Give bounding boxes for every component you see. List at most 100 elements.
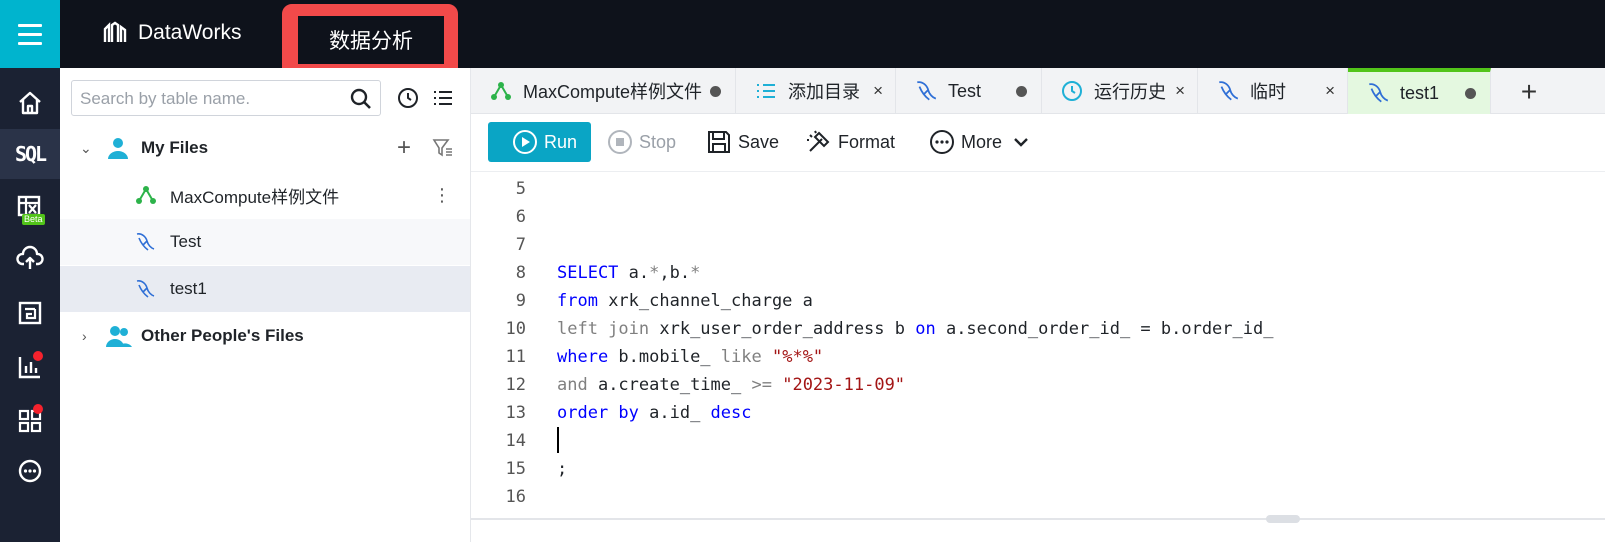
- stop-button[interactable]: Stop: [607, 122, 676, 162]
- tab-label: MaxCompute样例文件: [523, 82, 703, 102]
- tab-temp[interactable]: 临时 ×: [1198, 68, 1348, 114]
- code-text: and a.create_time_ >= "2023-11-09": [557, 371, 905, 399]
- file-name: MaxCompute样例文件: [170, 187, 340, 207]
- line-number: 16: [505, 487, 526, 507]
- code-line: 13 order by a.id_ desc: [471, 399, 1605, 427]
- code-line: 8 SELECT a.*,b.*: [471, 259, 1605, 287]
- code-text: SELECT a.*,b.*: [557, 259, 700, 287]
- tab-label: 临时: [1250, 82, 1286, 102]
- tab-add-directory[interactable]: 添加目录 ×: [736, 68, 896, 114]
- chevron-right-icon[interactable]: ›: [82, 328, 87, 344]
- string-literal: "%*%": [771, 347, 824, 367]
- beta-badge: Beta: [22, 214, 45, 225]
- tree-file-test[interactable]: Test: [60, 219, 470, 265]
- tree-other-files[interactable]: › Other People's Files: [60, 313, 470, 359]
- users-icon: [106, 326, 132, 347]
- line-number: 15: [505, 459, 526, 479]
- sql-editor[interactable]: 5 6 7 8 SELECT a.*,b.* 9 from xrk_channe…: [471, 172, 1605, 542]
- format-icon: [807, 130, 830, 152]
- rail-spreadsheet[interactable]: Beta: [0, 182, 60, 232]
- chevron-down-icon[interactable]: ⌄: [80, 140, 92, 157]
- line-number: 7: [515, 235, 526, 255]
- add-file-icon[interactable]: +: [397, 134, 411, 162]
- notification-dot: [33, 404, 43, 414]
- more-options-icon[interactable]: ⋮: [433, 185, 451, 206]
- tab-maxcompute[interactable]: MaxCompute样例文件: [471, 68, 736, 114]
- code-line: 5: [471, 175, 1605, 203]
- line-number: 5: [515, 179, 526, 199]
- unsaved-dot[interactable]: [710, 85, 721, 97]
- horizontal-divider: [471, 518, 1605, 520]
- code-text: where b.mobile_ like "%*%": [557, 343, 823, 371]
- add-tab-button[interactable]: +: [1494, 70, 1564, 114]
- clock-icon: [1062, 81, 1082, 101]
- close-icon[interactable]: ×: [1325, 81, 1335, 101]
- code-text: from xrk_channel_charge a: [557, 287, 813, 315]
- rail-more[interactable]: [0, 446, 60, 496]
- line-number: 12: [505, 375, 526, 395]
- code-line: 15 ;: [471, 455, 1605, 483]
- cloud-upload-icon: [16, 245, 44, 269]
- keyword: and: [557, 375, 588, 395]
- rail-apps[interactable]: [0, 396, 60, 446]
- rail-chart[interactable]: [0, 342, 60, 392]
- file-name: test1: [170, 279, 207, 298]
- tree-file-maxcompute[interactable]: MaxCompute样例文件 ⋮: [60, 172, 470, 218]
- unsaved-dot[interactable]: [1465, 87, 1476, 99]
- line-number: 6: [515, 207, 526, 227]
- more-button[interactable]: More: [929, 122, 1036, 162]
- rail-home[interactable]: [0, 78, 60, 128]
- operator: >=: [751, 375, 772, 395]
- code-line: 12 and a.create_time_ >= "2023-11-09": [471, 371, 1605, 399]
- home-icon: [19, 91, 41, 115]
- brand[interactable]: DataWorks: [102, 20, 241, 46]
- code-line: 16: [471, 483, 1605, 511]
- sql-icon: SQL: [14, 142, 47, 166]
- line-number: 11: [505, 347, 526, 367]
- more-label: More: [961, 131, 1003, 152]
- line-number: 9: [515, 291, 526, 311]
- code-token: xrk_user_order_address b: [649, 319, 916, 339]
- my-files-label: My Files: [141, 138, 209, 157]
- code-token: a.: [618, 263, 650, 283]
- sql-file-icon: [1369, 83, 1389, 103]
- active-module-tab[interactable]: 数据分析: [298, 16, 444, 64]
- dataworks-logo-icon: [103, 21, 127, 42]
- search-icon[interactable]: [350, 88, 372, 110]
- notification-dot: [33, 351, 43, 361]
- history-clock-icon[interactable]: [396, 86, 420, 110]
- close-icon[interactable]: ×: [1175, 81, 1185, 101]
- tab-test1[interactable]: test1: [1348, 68, 1491, 114]
- code-line: 14: [471, 427, 1605, 455]
- hamburger-icon: [18, 21, 42, 48]
- code-token: b.mobile_: [608, 347, 721, 367]
- search-input[interactable]: [80, 87, 340, 111]
- filter-icon[interactable]: [432, 137, 454, 159]
- tree-file-test1[interactable]: test1: [60, 266, 470, 312]
- rail-report[interactable]: [0, 288, 60, 338]
- rail-sql[interactable]: SQL: [0, 129, 60, 179]
- list-icon: [757, 84, 775, 98]
- menu-button[interactable]: [0, 0, 60, 68]
- workflow-icon: [136, 186, 156, 204]
- stop-icon: [608, 130, 632, 154]
- workflow-icon: [491, 82, 511, 100]
- save-button[interactable]: Save: [706, 122, 779, 162]
- rail-upload[interactable]: [0, 234, 60, 284]
- tab-test[interactable]: Test: [896, 68, 1042, 114]
- code-line: 11 where b.mobile_ like "%*%": [471, 343, 1605, 371]
- line-number: 13: [505, 403, 526, 423]
- tree-my-files[interactable]: ⌄ My Files +: [60, 125, 470, 171]
- unsaved-dot[interactable]: [1016, 85, 1027, 97]
- format-button[interactable]: Format: [806, 122, 895, 162]
- report-icon: [18, 301, 42, 325]
- operator: *: [690, 263, 701, 283]
- code-line: 10 left join xrk_user_order_address b on…: [471, 315, 1605, 343]
- list-view-icon[interactable]: [431, 86, 455, 110]
- run-label: Run: [544, 131, 578, 152]
- code-line: 6: [471, 203, 1605, 231]
- close-icon[interactable]: ×: [873, 81, 883, 101]
- tab-run-history[interactable]: 运行历史 ×: [1042, 68, 1198, 114]
- run-button[interactable]: Run: [488, 122, 591, 162]
- resize-handle[interactable]: [1266, 515, 1300, 523]
